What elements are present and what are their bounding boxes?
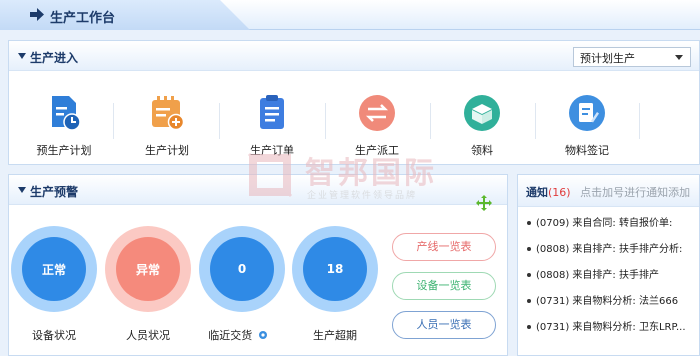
bullet-icon bbox=[527, 247, 531, 251]
bullet-icon bbox=[527, 325, 531, 329]
line-list-button[interactable]: 产线一览表 bbox=[392, 233, 496, 261]
divider bbox=[113, 103, 114, 139]
entry-label: 生产订单 bbox=[250, 144, 294, 157]
status-label-group: 临近交货 bbox=[193, 327, 283, 343]
swap-arrows-icon bbox=[359, 95, 395, 131]
notification-hint: 点击加号进行通知添加 bbox=[580, 186, 691, 199]
production-entry-header: 生产进入 预计划生产 bbox=[9, 41, 699, 71]
notification-item[interactable]: (0731) 来自物料分析: 法兰666 bbox=[527, 292, 700, 307]
entry-production-dispatch[interactable]: 生产派工 bbox=[332, 93, 422, 158]
notification-text: (0709) 来自合同: 转自报价单: bbox=[536, 218, 673, 229]
bullet-icon bbox=[527, 273, 531, 277]
status-label: 临近交货 bbox=[208, 329, 253, 342]
notification-item[interactable]: (0808) 来自排产: 扶手排产分析: bbox=[527, 240, 700, 255]
entry-production-plan[interactable]: 生产计划 bbox=[122, 93, 212, 158]
bullet-icon bbox=[527, 299, 531, 303]
entry-material-picking[interactable]: 领料 bbox=[437, 93, 527, 158]
entry-production-order[interactable]: 生产订单 bbox=[227, 93, 317, 158]
production-warning-title: 生产预警 bbox=[30, 185, 79, 199]
notification-header: 通知(16) 点击加号进行通知添加 bbox=[518, 175, 699, 207]
status-value: 0 bbox=[210, 237, 274, 301]
move-arrows-icon[interactable] bbox=[475, 194, 493, 212]
note-pen-icon bbox=[569, 95, 605, 131]
notification-text: (0731) 来自物料分析: 法兰666 bbox=[536, 296, 679, 307]
notification-text: (0808) 来自排产: 扶手排产 bbox=[536, 270, 659, 281]
notification-head: 通知(16) 点击加号进行通知添加 bbox=[526, 184, 690, 200]
entry-label: 预生产计划 bbox=[36, 144, 92, 157]
open-box-icon bbox=[464, 95, 500, 131]
gear-icon[interactable] bbox=[258, 330, 268, 340]
notification-text: (0808) 来自排产: 扶手排产分析: bbox=[536, 244, 683, 255]
status-label: 设备状况 bbox=[32, 329, 76, 342]
collapse-caret-icon[interactable] bbox=[18, 53, 26, 59]
notification-item[interactable]: (0709) 来自合同: 转自报价单: bbox=[527, 214, 700, 229]
status-value: 异常 bbox=[116, 237, 180, 301]
status-value: 18 bbox=[303, 237, 367, 301]
personnel-list-button[interactable]: 人员一览表 bbox=[392, 311, 496, 339]
production-entry-panel: 生产进入 预计划生产 预生产计划 生产计划 生产订单 生产派工 领料 物料签记 bbox=[8, 40, 700, 165]
status-label: 生产超期 bbox=[313, 329, 357, 342]
plan-type-select[interactable]: 预计划生产 bbox=[573, 47, 691, 67]
equipment-list-button[interactable]: 设备一览表 bbox=[392, 272, 496, 300]
notification-item[interactable]: (0731) 来自物料分析: 卫东LRP... bbox=[527, 318, 700, 333]
page-header: 生产工作台 bbox=[0, 0, 700, 30]
entry-material-record[interactable]: 物料签记 bbox=[542, 93, 632, 158]
page-title: 生产工作台 bbox=[50, 11, 116, 26]
plan-chart-icon bbox=[52, 96, 81, 131]
divider bbox=[639, 103, 640, 139]
notification-item[interactable]: (0808) 来自排产: 扶手排产 bbox=[527, 266, 700, 281]
production-entry-title: 生产进入 bbox=[30, 51, 79, 65]
divider bbox=[219, 103, 220, 139]
status-ring-overdue[interactable]: 18 bbox=[292, 226, 378, 312]
collapse-caret-icon[interactable] bbox=[18, 187, 26, 193]
plan-type-select-value: 预计划生产 bbox=[580, 52, 635, 65]
entry-label: 物料签记 bbox=[565, 144, 609, 157]
entry-pre-production-plan[interactable]: 预生产计划 bbox=[19, 93, 109, 158]
entry-label: 生产计划 bbox=[145, 144, 189, 157]
production-warning-header: 生产预警 bbox=[9, 175, 507, 205]
clipboard-list-icon bbox=[260, 95, 284, 129]
arrow-right-icon bbox=[30, 8, 44, 21]
status-ring-personnel[interactable]: 异常 bbox=[105, 226, 191, 312]
entry-label: 领料 bbox=[471, 144, 493, 157]
calendar-add-icon bbox=[152, 96, 185, 131]
status-ring-equipment[interactable]: 正常 bbox=[11, 226, 97, 312]
notification-title: 通知 bbox=[526, 186, 548, 199]
status-ring-near-delivery[interactable]: 0 bbox=[199, 226, 285, 312]
status-value: 正常 bbox=[22, 237, 86, 301]
notification-text: (0731) 来自物料分析: 卫东LRP... bbox=[536, 322, 686, 333]
divider bbox=[325, 103, 326, 139]
divider bbox=[535, 103, 536, 139]
notification-count: (16) bbox=[548, 186, 571, 199]
divider bbox=[430, 103, 431, 139]
entry-label: 生产派工 bbox=[355, 144, 399, 157]
bullet-icon bbox=[527, 221, 531, 225]
status-label: 人员状况 bbox=[126, 329, 170, 342]
chevron-down-icon bbox=[675, 55, 683, 60]
